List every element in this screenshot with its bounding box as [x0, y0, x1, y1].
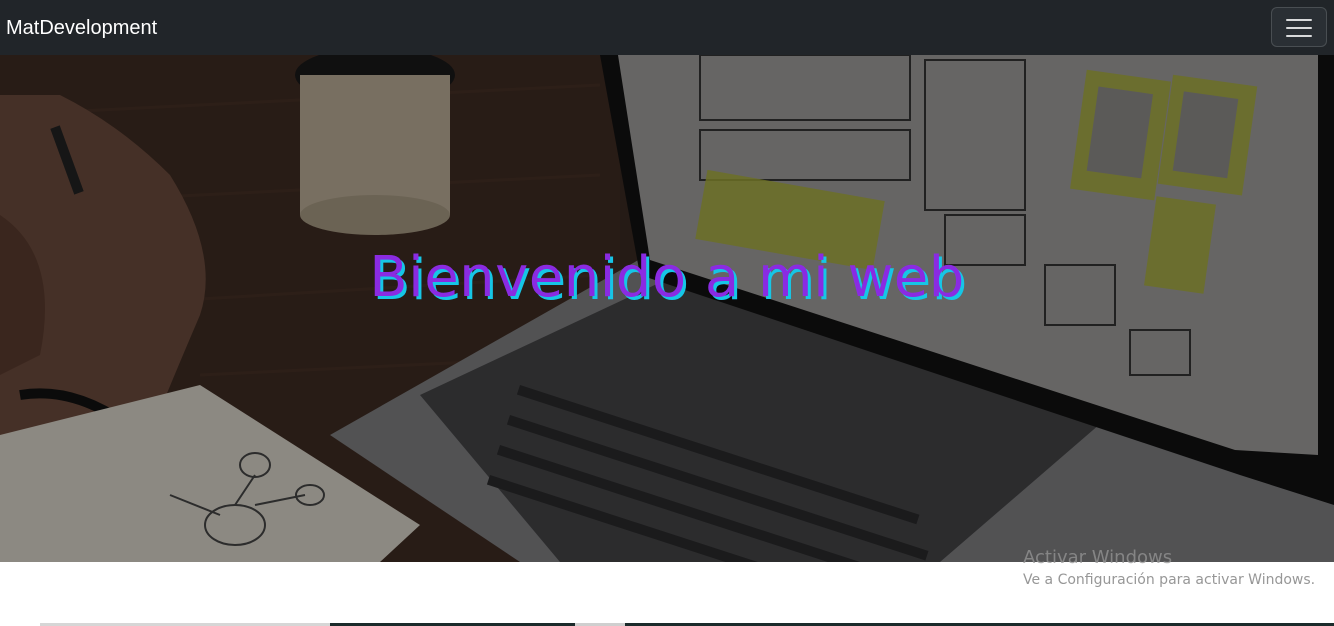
navbar: MatDevelopment: [0, 0, 1334, 55]
watermark-subtitle: Ve a Configuración para activar Windows.: [1023, 572, 1316, 588]
hero-title: Bienvenido a mi web: [369, 245, 965, 310]
hero-banner: Bienvenido a mi web: [0, 55, 1334, 562]
navbar-brand[interactable]: MatDevelopment: [6, 15, 157, 41]
watermark-title: Activar Windows: [1023, 547, 1173, 568]
hamburger-menu-icon: [1286, 19, 1312, 21]
windows-activation-watermark: Activar Windows Ve a Configuración para …: [1023, 547, 1315, 590]
hamburger-line: [1286, 27, 1312, 29]
navbar-toggler-button[interactable]: [1271, 7, 1327, 47]
hamburger-line: [1286, 35, 1312, 37]
